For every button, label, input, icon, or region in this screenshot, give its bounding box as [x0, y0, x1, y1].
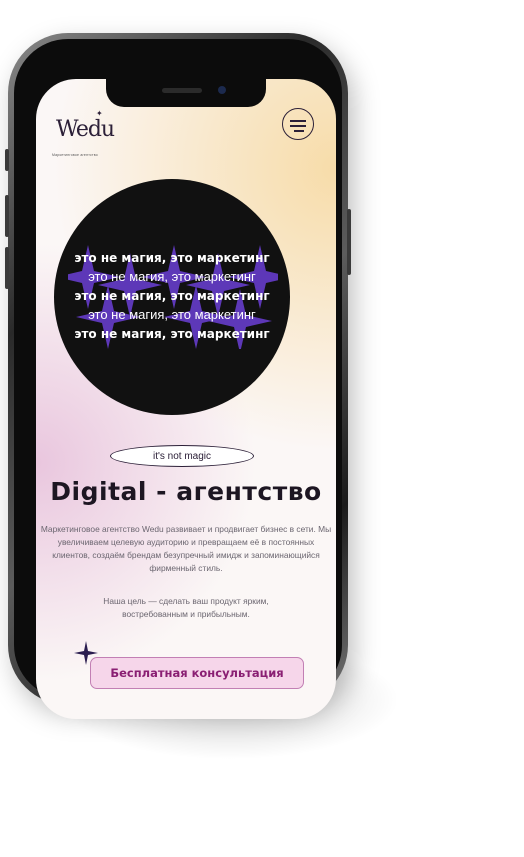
logo-star-icon: ✦: [96, 109, 103, 118]
hero-description: Маркетинговое агентство Wedu развивает и…: [40, 524, 332, 573]
logo[interactable]: Wedu ✦ Маркетинговое агентство: [52, 107, 118, 163]
marquee-line: это не магия, это маркетинг: [88, 269, 256, 284]
power-button: [347, 209, 351, 275]
free-consultation-button[interactable]: Бесплатная консультация: [90, 657, 304, 689]
phone-screen: Wedu ✦ Маркетинговое агентство это не ма…: [36, 79, 336, 719]
marquee-line: это не магия, это маркетинг: [74, 289, 270, 303]
page-title: Digital - агентство: [50, 477, 322, 506]
phone-frame: Wedu ✦ Маркетинговое агентство это не ма…: [5, 33, 351, 719]
hamburger-menu-icon[interactable]: [282, 108, 314, 140]
mute-switch: [5, 149, 9, 171]
marquee-line: это не магия, это маркетинг: [74, 327, 270, 341]
volume-up-button: [5, 195, 9, 237]
hero-goal: Наша цель — сделать ваш продукт ярким, в…: [103, 596, 269, 619]
hero-circle: это не магия, это маркетинг это не магия…: [54, 179, 290, 415]
marquee-line: это не магия, это маркетинг: [74, 251, 270, 265]
volume-down-button: [5, 247, 9, 289]
logo-tagline: Маркетинговое агентство: [52, 153, 98, 157]
camera-icon: [218, 86, 226, 94]
logo-wordmark: Wedu: [56, 117, 115, 142]
tagline-pill: it's not magic: [110, 445, 254, 467]
notch: [106, 79, 266, 107]
speaker: [162, 88, 202, 93]
marquee-line: это не магия, это маркетинг: [88, 307, 256, 322]
